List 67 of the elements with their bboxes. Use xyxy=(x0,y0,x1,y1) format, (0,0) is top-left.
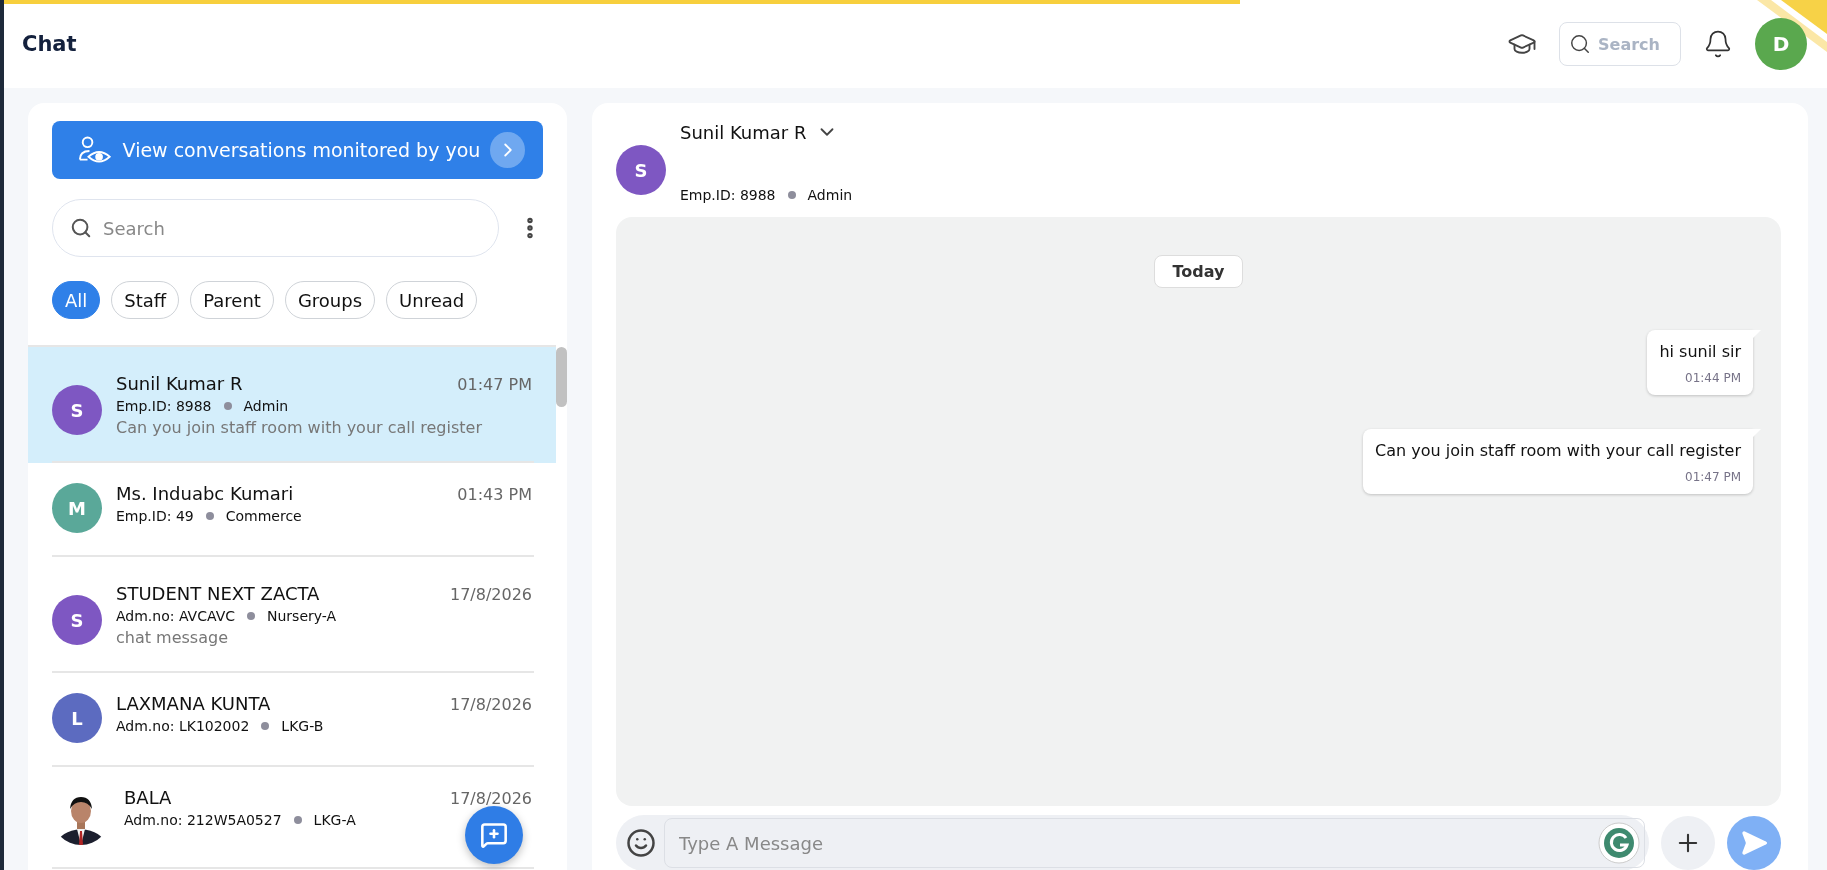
dot-icon xyxy=(787,191,796,199)
search-icon xyxy=(1569,33,1591,55)
message-time: 17/8/2026 xyxy=(449,585,532,604)
message-time: 17/8/2026 xyxy=(449,695,532,714)
id-label: Adm.no: LK102002 xyxy=(116,718,250,734)
search-field[interactable]: Search xyxy=(1559,22,1681,66)
filter-chip[interactable]: All xyxy=(52,281,101,319)
group-label: Nursery-A xyxy=(267,608,337,624)
group-label: LKG-A xyxy=(313,812,356,828)
id-label: Emp.ID: 8988 xyxy=(680,187,776,203)
person-eye-icon xyxy=(76,135,113,165)
filter-chip[interactable]: Parent xyxy=(190,281,274,319)
monitored-conversations-button[interactable]: View conversations monitored by you xyxy=(52,121,543,179)
contact-name: STUDENT NEXT ZACTA xyxy=(116,583,320,604)
message-time: 01:44 PM xyxy=(1685,371,1741,385)
attach-button[interactable] xyxy=(1661,816,1715,870)
conversation-item[interactable]: S Sunil Kumar R 01:47 PM Emp.ID: 8988 Admin Can you join staff room with your call register xyxy=(28,347,556,463)
avatar: S xyxy=(616,145,666,195)
message-preview: chat message xyxy=(116,628,229,647)
avatar: M xyxy=(52,483,102,533)
group-label: Commerce xyxy=(225,508,302,524)
search-icon xyxy=(70,217,92,239)
avatar: S xyxy=(52,385,102,435)
dot-icon xyxy=(247,612,255,620)
page-title: Chat xyxy=(22,32,78,56)
new-chat-button[interactable] xyxy=(465,806,523,864)
notification-bell-icon[interactable] xyxy=(1703,29,1733,59)
contact-name: LAXMANA KUNTA xyxy=(116,693,271,714)
filter-chip[interactable]: Staff xyxy=(111,281,180,319)
contact-name: Ms. Induabc Kumari xyxy=(116,483,294,504)
message-text: hi sunil sir xyxy=(1659,342,1741,361)
group-label: Admin xyxy=(807,187,853,203)
avatar: L xyxy=(52,693,102,743)
message-text: Can you join staff room with your call register xyxy=(1375,441,1741,460)
conversation-item[interactable]: L LAXMANA KUNTA 17/8/2026 Adm.no: LK102002 LKG-B xyxy=(28,673,556,767)
id-label: Adm.no: AVCAVC xyxy=(116,608,235,624)
dot-icon xyxy=(205,512,214,520)
message-time: 01:43 PM xyxy=(457,485,532,504)
group-label: LKG-B xyxy=(281,718,324,734)
message-preview: Can you join staff room with your call register xyxy=(116,418,483,437)
conversation-item[interactable]: M Ms. Induabc Kumari 01:43 PM Emp.ID: 49 Commerce xyxy=(28,463,556,557)
message-time: 01:47 PM xyxy=(457,375,532,394)
filter-chip[interactable]: Groups xyxy=(284,281,376,319)
message-field[interactable]: Type A Message xyxy=(664,818,1645,868)
group-label: Admin xyxy=(243,398,289,414)
contact-name: Sunil Kumar R xyxy=(116,373,243,394)
id-label: Emp.ID: 49 xyxy=(116,508,194,524)
id-label: Emp.ID: 8988 xyxy=(116,398,212,414)
message-time: 17/8/2026 xyxy=(449,789,532,808)
date-chip: Today xyxy=(1153,255,1244,288)
id-label: Adm.no: 212W5A0527 xyxy=(124,812,282,828)
conversation-item[interactable]: S STUDENT NEXT ZACTA 17/8/2026 Adm.no: AVCAVC Nursery-A chat message xyxy=(28,557,556,673)
emoji-icon[interactable] xyxy=(626,828,656,858)
message-time: 01:47 PM xyxy=(1685,470,1741,484)
contact-name: BALA xyxy=(124,787,172,808)
send-icon xyxy=(1740,829,1768,857)
extension-icon[interactable] xyxy=(1597,821,1641,865)
search-field[interactable]: Search xyxy=(52,199,499,257)
message-plus-icon xyxy=(480,821,508,849)
chevron-right-icon xyxy=(490,132,525,168)
contact-name: Sunil Kumar R xyxy=(680,121,807,143)
dot-icon xyxy=(261,722,270,730)
dot-icon xyxy=(293,816,302,824)
filter-chip[interactable]: Unread xyxy=(386,281,478,319)
avatar: S xyxy=(52,595,102,645)
dot-icon xyxy=(223,402,232,410)
scrollbar-thumb[interactable] xyxy=(556,347,567,407)
